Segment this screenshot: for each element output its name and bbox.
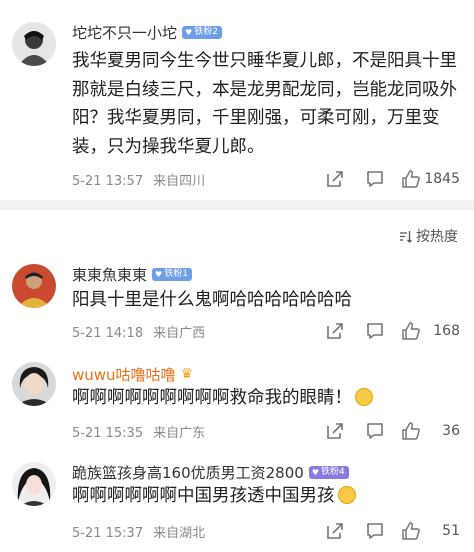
thumbs-up-icon (402, 322, 420, 340)
like-count: 51 (442, 523, 460, 539)
username[interactable]: 東東魚東東 (72, 264, 147, 285)
like-button[interactable] (400, 420, 422, 442)
share-icon (327, 423, 343, 439)
username[interactable]: 跪族篮孩身高160优质男工资2800 (72, 462, 304, 483)
thumbs-up-icon (402, 422, 420, 440)
flushed-face-emoji (337, 486, 356, 504)
heart-icon: ♥ (155, 269, 163, 279)
avatar[interactable] (12, 462, 56, 506)
comment-text: 啊啊啊啊啊啊啊啊啊救命我的眼睛！ (72, 384, 464, 413)
like-count: 168 (433, 323, 460, 339)
share-icon (327, 171, 343, 187)
comment-icon (367, 423, 383, 439)
fan-badge: ♥ 铁粉4 (308, 465, 349, 479)
share-button[interactable] (324, 520, 346, 542)
reply-button[interactable] (364, 420, 386, 442)
avatar[interactable] (12, 362, 56, 406)
share-button[interactable] (324, 168, 346, 190)
thumbs-up-icon (402, 522, 420, 540)
heart-icon: ♥ (185, 27, 193, 37)
username[interactable]: wuwu咕噜咕噜 (72, 364, 176, 385)
username[interactable]: 坨坨不只一小坨 (72, 22, 177, 43)
like-button[interactable] (400, 168, 422, 190)
like-count: 36 (442, 423, 460, 439)
comment-icon (367, 323, 383, 339)
avatar[interactable] (12, 22, 56, 66)
sort-icon (400, 230, 412, 243)
share-icon (327, 523, 343, 539)
share-button[interactable] (324, 420, 346, 442)
share-button[interactable] (324, 320, 346, 342)
comment-icon (367, 523, 383, 539)
comment-text: 我华夏男同今生今世只睡华夏儿郎，不是阳具十里那就是白绫三尺，本是龙男配龙同，岂能… (72, 51, 457, 157)
comment-text: 阳具十里是什么鬼啊哈哈哈哈哈哈哈 (72, 290, 352, 310)
comment-text: 啊啊啊啊啊啊中国男孩透中国男孩 (72, 482, 464, 511)
reply-button[interactable] (364, 520, 386, 542)
fan-badge: ♥ 铁粉2 (182, 25, 222, 39)
reply-button[interactable] (364, 168, 386, 190)
crying-face-emoji (355, 388, 373, 406)
avatar[interactable] (12, 264, 56, 308)
like-button[interactable] (400, 320, 422, 342)
fan-badge: ♥ 铁粉1 (152, 267, 192, 281)
crown-icon: ♛ (180, 366, 194, 382)
like-button[interactable] (400, 520, 422, 542)
heart-icon: ♥ (311, 467, 319, 477)
thumbs-up-icon (402, 170, 420, 188)
sort-button[interactable]: 按热度 (399, 226, 458, 246)
reply-button[interactable] (364, 320, 386, 342)
comment-icon (367, 171, 383, 187)
share-icon (327, 323, 343, 339)
like-count: 1845 (424, 171, 460, 187)
section-divider (0, 200, 474, 210)
